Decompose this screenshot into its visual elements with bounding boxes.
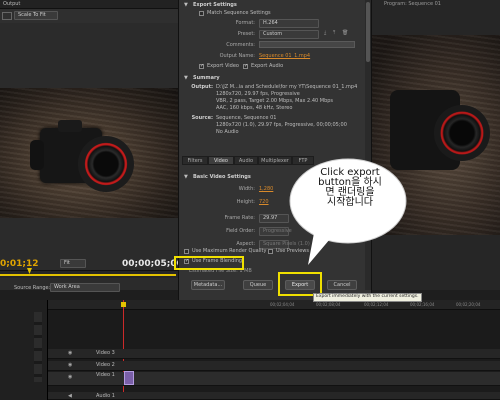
- source-tab-bar: Output: [0, 0, 178, 9]
- tab-filters[interactable]: Filters: [182, 156, 208, 165]
- video-clip[interactable]: [124, 371, 134, 385]
- ruler-label: 00;02;04;04: [270, 302, 295, 307]
- preset-select[interactable]: Custom: [259, 30, 319, 39]
- speaker-icon[interactable]: ◀: [68, 394, 72, 399]
- track-audio-1[interactable]: [48, 392, 500, 400]
- track-label: Video 3: [96, 350, 115, 356]
- crop-icon[interactable]: [2, 12, 12, 20]
- comments-label: Comments:: [226, 42, 255, 48]
- height-label: Height:: [236, 199, 255, 205]
- playhead-handle[interactable]: [121, 302, 126, 307]
- summary-output-line: AAC, 160 kbps, 48 kHz, Stereo: [216, 105, 293, 111]
- scale-select[interactable]: Scale To Fit: [14, 11, 58, 20]
- timeline-ruler[interactable]: 00;02;04;04 00;02;08;04 00;02;12;04 00;0…: [48, 300, 500, 310]
- ruler-label: 00;02;12;04: [364, 302, 389, 307]
- summary-source-line: 1280x720 (1.0), 29.97 fps, Progressive, …: [216, 122, 347, 128]
- track-video-3[interactable]: [48, 349, 500, 359]
- format-label: Format:: [235, 20, 255, 26]
- summary-output-line: D:\JZ M...ia and Schedule\for my YT\Sequ…: [216, 84, 358, 90]
- export-audio-checkbox[interactable]: [243, 64, 248, 69]
- camera-top: [58, 120, 82, 132]
- callout-line: 시작합니다: [327, 197, 373, 208]
- program-tab[interactable]: Program: Sequence 01: [384, 2, 441, 7]
- format-select[interactable]: H.264: [259, 19, 319, 28]
- scrollbar-thumb[interactable]: [366, 2, 370, 62]
- output-name-link[interactable]: Sequence 01_1.mp4: [259, 54, 310, 59]
- export-audio-label: Export Audio: [251, 63, 284, 69]
- summary-source-label: Source:: [191, 115, 213, 121]
- camera-lens: [434, 105, 490, 161]
- export-video-checkbox[interactable]: [199, 64, 204, 69]
- summary-header: Summary: [193, 75, 220, 81]
- fit-select[interactable]: Fit: [60, 259, 86, 268]
- height-value[interactable]: 720: [259, 200, 269, 205]
- eye-icon[interactable]: ◉: [68, 363, 72, 368]
- summary-source-line: No Audio: [216, 129, 239, 135]
- max-render-quality-checkbox[interactable]: [184, 249, 189, 254]
- ruler-label: 00;02;08;04: [316, 302, 341, 307]
- tab-audio[interactable]: Audio: [234, 156, 258, 165]
- basic-video-header: Basic Video Settings: [193, 174, 251, 180]
- summary-source-line: Sequence, Sequence 01: [216, 115, 277, 121]
- output-tab[interactable]: Output: [3, 2, 20, 7]
- source-range-label: Source Range:: [14, 285, 51, 291]
- eye-icon[interactable]: ◉: [68, 351, 72, 356]
- queue-button[interactable]: Queue: [243, 280, 273, 290]
- aspect-label: Aspect:: [236, 241, 255, 247]
- cancel-button[interactable]: Cancel: [327, 280, 357, 290]
- track-video-1[interactable]: [48, 372, 500, 386]
- current-timecode[interactable]: 0;01;12: [0, 260, 39, 269]
- delete-preset-icon[interactable]: 🗑: [342, 31, 348, 36]
- export-settings-header: Export Settings: [193, 2, 237, 8]
- collapse-icon[interactable]: ▼: [184, 3, 188, 8]
- timeline-tools: [0, 300, 48, 400]
- ruler-label: 00;02;20;04: [456, 302, 481, 307]
- use-previews-checkbox[interactable]: [268, 249, 273, 254]
- collapse-icon[interactable]: ▼: [184, 76, 188, 81]
- camera-lens: [78, 136, 134, 192]
- summary-output-line: VBR, 2 pass, Target 2.00 Mbps, Max 2.40 …: [216, 98, 334, 104]
- ruler-label: 00;02;16;04: [410, 302, 435, 307]
- source-toolbar: Scale To Fit: [0, 9, 178, 23]
- tool-strip[interactable]: [34, 312, 42, 382]
- match-sequence-label: Match Sequence Settings: [207, 10, 271, 16]
- export-tooltip: Export immediately with the current sett…: [313, 293, 422, 302]
- collapse-icon[interactable]: ▼: [184, 175, 188, 180]
- summary-output-label: Output:: [191, 84, 213, 90]
- comments-input[interactable]: [259, 41, 355, 48]
- save-preset-icon[interactable]: ⤓: [324, 31, 326, 36]
- track-video-2[interactable]: [48, 361, 500, 371]
- frame-rate-label: Frame Rate:: [224, 215, 255, 221]
- track-label: Video 2: [96, 362, 115, 368]
- field-order-label: Field Order:: [226, 228, 255, 234]
- summary-output-line: 1280x720, 29.97 fps, Progressive: [216, 91, 300, 97]
- width-label: Width:: [238, 186, 255, 192]
- eye-icon[interactable]: ◉: [68, 375, 72, 380]
- match-sequence-checkbox[interactable]: [199, 11, 204, 16]
- track-label: Audio 1: [96, 393, 115, 399]
- preset-label: Preset:: [237, 31, 255, 37]
- source-range-select[interactable]: Work Area: [50, 283, 120, 292]
- work-area-bar[interactable]: [0, 274, 176, 276]
- width-value[interactable]: 1,280: [259, 187, 273, 192]
- frame-blending-highlight: [174, 256, 244, 270]
- output-name-label: Output Name:: [219, 53, 255, 59]
- metadata-button[interactable]: Metadata...: [191, 280, 225, 290]
- preview-frame-image: [0, 88, 178, 218]
- tab-video[interactable]: Video: [208, 156, 234, 165]
- export-video-label: Export Video: [207, 63, 239, 69]
- camera-grip: [30, 140, 44, 170]
- callout-text: Click export button을 하시 면 랜더링을 시작합니다: [298, 168, 402, 208]
- max-render-quality-label: Use Maximum Render Quality: [192, 248, 267, 254]
- track-label: Video 1: [96, 372, 115, 378]
- import-preset-icon[interactable]: ⤒: [333, 31, 335, 36]
